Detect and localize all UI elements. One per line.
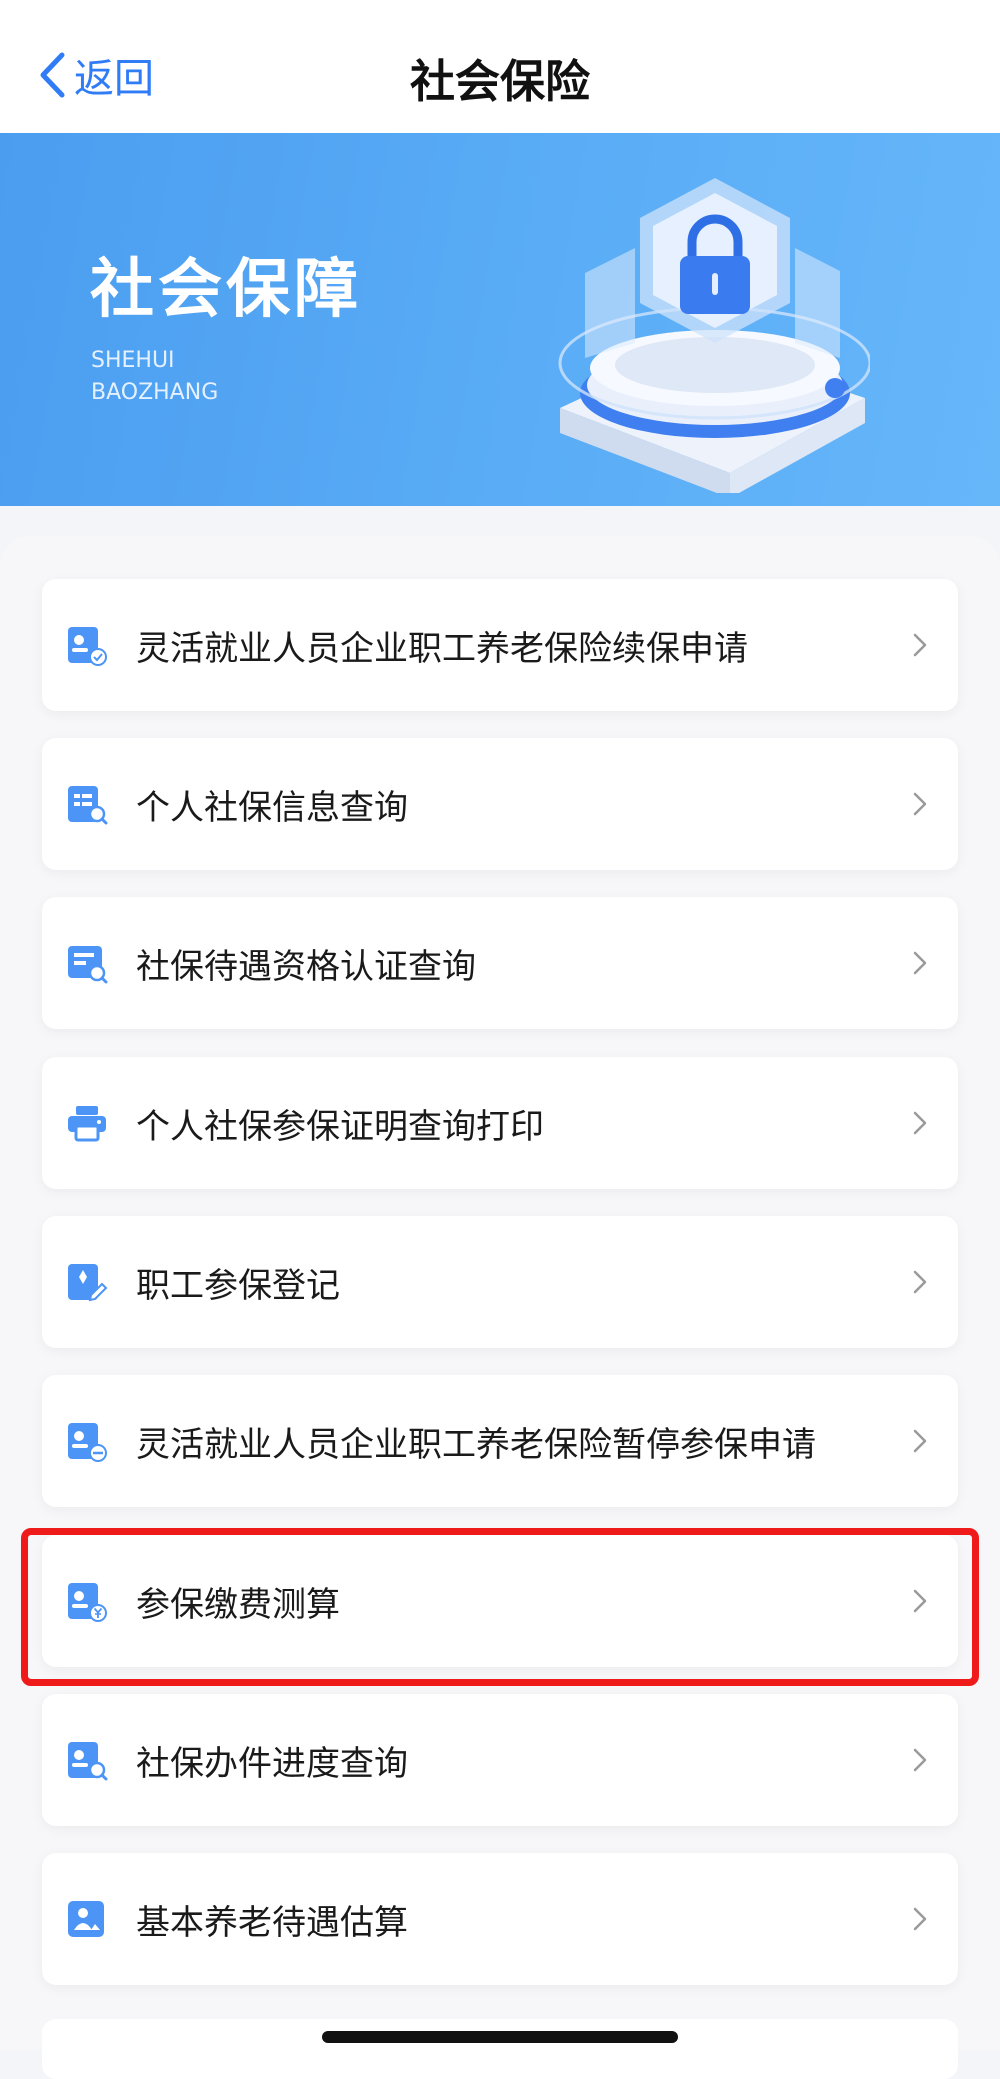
banner-subtitle-line1: SHEHUI	[91, 348, 175, 373]
page-title: 社会保险	[409, 55, 590, 108]
person-check-icon	[68, 627, 107, 666]
card-search-icon	[68, 946, 108, 984]
menu-item-label: 个人社保参保证明查询打印	[136, 1106, 544, 1147]
menu-item-label: 个人社保信息查询	[136, 787, 408, 828]
chevron-right-icon	[913, 1111, 927, 1135]
chevron-right-icon	[913, 951, 927, 975]
printer-icon	[68, 1106, 106, 1142]
menu-item-label: 职工参保登记	[136, 1265, 340, 1306]
security-lock-illustration	[558, 178, 870, 493]
menu-item-label: 参保缴费测算	[136, 1584, 340, 1625]
person-estimate-icon	[68, 1901, 104, 1937]
menu-item-contribution-calculation[interactable]: 参保缴费测算	[42, 1535, 958, 1667]
chevron-right-icon	[913, 1270, 927, 1294]
menu-item-partial[interactable]	[42, 2019, 958, 2079]
menu-item-certificate-print[interactable]: 个人社保参保证明查询打印	[42, 1057, 958, 1189]
menu-item-flexible-renewal[interactable]: 灵活就业人员企业职工养老保险续保申请	[42, 579, 958, 711]
register-edit-icon	[68, 1264, 108, 1302]
menu-item-personal-info-query[interactable]: 个人社保信息查询	[42, 738, 958, 870]
home-indicator[interactable]	[322, 2031, 678, 2043]
menu-item-progress-query[interactable]: 社保办件进度查询	[42, 1694, 958, 1826]
chevron-right-icon	[913, 792, 927, 816]
chevron-right-icon	[913, 1907, 927, 1931]
chevron-right-icon	[913, 633, 927, 657]
menu-item-label: 灵活就业人员企业职工养老保险暂停参保申请	[136, 1424, 816, 1465]
person-pause-icon	[68, 1423, 107, 1462]
menu-item-qualification-query[interactable]: 社保待遇资格认证查询	[42, 897, 958, 1029]
menu-item-label: 灵活就业人员企业职工养老保险续保申请	[136, 628, 748, 669]
menu-item-employee-registration[interactable]: 职工参保登记	[42, 1216, 958, 1348]
chevron-right-icon	[913, 1589, 927, 1613]
person-yuan-icon	[68, 1583, 107, 1622]
menu-item-flexible-suspend[interactable]: 灵活就业人员企业职工养老保险暂停参保申请	[42, 1375, 958, 1507]
banner-title: 社会保障	[90, 253, 362, 327]
nav-bar: 返回 社会保险	[0, 0, 1000, 133]
menu-item-label: 基本养老待遇估算	[136, 1902, 408, 1943]
menu-item-label: 社保待遇资格认证查询	[136, 946, 476, 987]
chevron-right-icon	[913, 1429, 927, 1453]
banner-subtitle-line2: BAOZHANG	[91, 380, 219, 405]
banner: 社会保障 SHEHUI BAOZHANG	[0, 133, 1000, 506]
menu-item-label: 社保办件进度查询	[136, 1743, 408, 1784]
chevron-right-icon	[913, 1748, 927, 1772]
person-search-icon	[68, 1742, 108, 1781]
menu-item-pension-estimate[interactable]: 基本养老待遇估算	[42, 1853, 958, 1985]
service-list: 灵活就业人员企业职工养老保险续保申请 个人社保信息查询 社保待遇资格认证查询 个…	[0, 536, 1000, 2050]
banner-subtitle: SHEHUI BAOZHANG	[91, 345, 218, 409]
document-search-icon	[68, 786, 108, 825]
